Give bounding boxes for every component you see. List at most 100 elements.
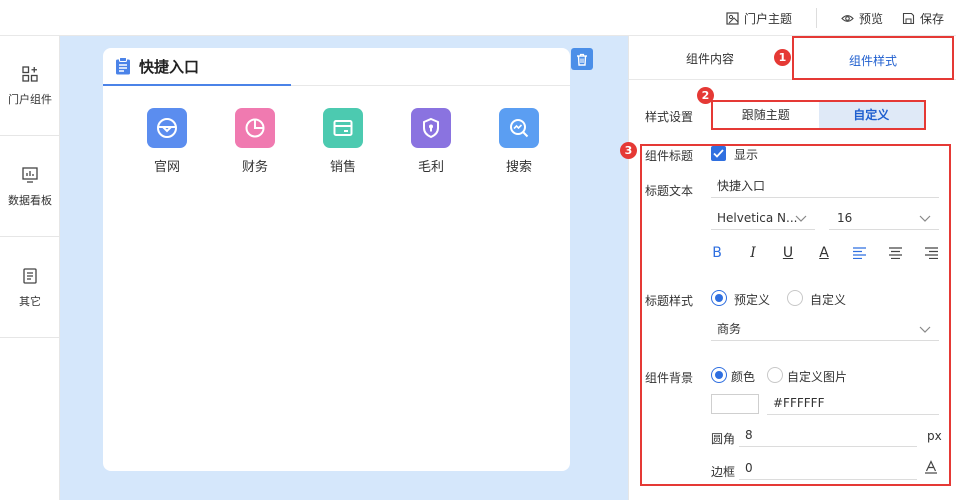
show-title-label: 显示 [734, 148, 759, 162]
entry-label: 销售 [329, 160, 356, 175]
left-sidebar: 门户组件 数据看板 其它 [0, 36, 60, 500]
chevron-down-icon [919, 326, 931, 333]
entry-label: 财务 [241, 160, 268, 175]
underline-icon: U [782, 245, 794, 261]
bold-button[interactable]: B [707, 243, 727, 263]
sidebar-item-other[interactable]: 其它 [0, 238, 60, 338]
widget-title-bar: 快捷入口 [103, 48, 291, 86]
style-setting-label: 样式设置 [645, 110, 694, 124]
theme-icon [726, 12, 739, 25]
quick-entry-widget[interactable]: 快捷入口 官网 财务 销售 毛利 搜索 [103, 48, 570, 471]
save-button[interactable]: 保存 [902, 10, 944, 27]
radius-unit: px [927, 429, 942, 443]
align-center-button[interactable] [885, 243, 905, 263]
font-color-icon: A [819, 245, 829, 261]
custom-style-label: 自定义 [810, 293, 847, 307]
entry-label: 毛利 [417, 160, 444, 175]
title-divider [291, 85, 570, 86]
border-color-button[interactable] [925, 460, 937, 477]
components-icon [22, 65, 38, 82]
entry-item-search[interactable]: 搜索 [475, 108, 563, 175]
document-icon [23, 267, 37, 284]
bold-icon: B [712, 245, 722, 261]
preview-button[interactable]: 预览 [841, 10, 883, 27]
font-size-select[interactable]: 16 [829, 206, 939, 230]
widget-title: 快捷入口 [139, 57, 200, 76]
entry-item-sales[interactable]: 销售 [299, 108, 387, 175]
sidebar-item-portal-components[interactable]: 门户组件 [0, 36, 60, 136]
entry-label: 搜索 [505, 160, 532, 175]
tab-component-content[interactable]: 组件内容 [649, 36, 771, 80]
delete-widget-button[interactable] [571, 48, 593, 70]
preset-style-radio[interactable] [711, 290, 727, 306]
italic-icon: I [750, 245, 756, 261]
sidebar-label-dashboard: 数据看板 [8, 193, 52, 207]
chevron-down-icon [795, 215, 807, 222]
preset-style-label: 预定义 [734, 293, 771, 307]
color-swatch[interactable] [711, 394, 759, 414]
image-bg-radio[interactable] [767, 367, 783, 383]
italic-button[interactable]: I [743, 243, 763, 263]
border-input[interactable]: 0 [739, 456, 917, 480]
steering-wheel-icon [147, 108, 187, 148]
custom-style-radio[interactable] [787, 290, 803, 306]
entry-list: 官网 财务 销售 毛利 搜索 [123, 108, 563, 175]
shield-icon [411, 108, 451, 148]
radius-label: 圆角 [711, 432, 736, 446]
panel-tabs: 组件内容 组件样式 [629, 36, 956, 80]
sidebar-label-portal-components: 门户组件 [8, 92, 52, 106]
sidebar-label-other: 其它 [19, 294, 41, 308]
step-badge-3: 3 [620, 142, 637, 159]
border-label: 边框 [711, 465, 736, 479]
title-style-label: 标题样式 [645, 294, 694, 308]
entry-item-official-site[interactable]: 官网 [123, 108, 211, 175]
portal-theme-button[interactable]: 门户主题 [726, 10, 792, 27]
entry-label: 官网 [153, 160, 180, 175]
component-title-label: 组件标题 [645, 149, 694, 163]
border-color-icon [925, 460, 937, 474]
title-text-label: 标题文本 [645, 184, 694, 198]
properties-panel: 组件内容 组件样式 1 2 样式设置 跟随主题 自定义 3 组件标题 显示 标题… [620, 36, 956, 500]
color-bg-radio[interactable] [711, 367, 727, 383]
portal-theme-label: 门户主题 [744, 12, 793, 26]
title-text-input[interactable]: 快捷入口 [711, 174, 939, 198]
dashboard-icon [22, 166, 38, 183]
image-bg-label: 自定义图片 [787, 370, 848, 384]
color-hex-input[interactable]: #FFFFFF [767, 391, 939, 415]
radius-input[interactable]: 8 [739, 423, 917, 447]
preset-style-select[interactable]: 商务 [711, 317, 939, 341]
search-chart-icon [499, 108, 539, 148]
preview-label: 预览 [859, 12, 884, 26]
background-label: 组件背景 [645, 371, 694, 385]
preset-style-value: 商务 [717, 322, 742, 336]
entry-item-gross-profit[interactable]: 毛利 [387, 108, 475, 175]
font-color-button[interactable]: A [814, 243, 834, 263]
entry-item-finance[interactable]: 财务 [211, 108, 299, 175]
custom-option[interactable]: 自定义 [818, 102, 924, 128]
top-toolbar: 门户主题 预览 保存 [0, 0, 956, 36]
color-bg-label: 颜色 [731, 370, 756, 384]
align-left-button[interactable] [849, 243, 869, 263]
align-right-button[interactable] [921, 243, 941, 263]
checkmark-icon [713, 149, 724, 158]
style-setting-toggle: 跟随主题 自定义 [711, 100, 926, 130]
font-family-value: Helvetica N... [717, 211, 798, 225]
sidebar-item-dashboard[interactable]: 数据看板 [0, 137, 60, 237]
save-icon [902, 12, 915, 25]
clipboard-icon [116, 57, 130, 75]
show-title-checkbox[interactable] [711, 146, 726, 161]
follow-theme-option[interactable]: 跟随主题 [713, 102, 819, 128]
align-right-icon [924, 247, 938, 259]
pie-chart-icon [235, 108, 275, 148]
tab-component-style[interactable]: 组件样式 [792, 36, 954, 80]
font-family-select[interactable]: Helvetica N... [711, 206, 815, 230]
eye-icon [841, 15, 854, 22]
toolbar-divider [816, 8, 817, 28]
chevron-down-icon [919, 215, 931, 222]
align-center-icon [888, 247, 902, 259]
underline-button[interactable]: U [778, 243, 798, 263]
card-icon [323, 108, 363, 148]
font-size-value: 16 [837, 211, 853, 225]
align-left-icon [852, 247, 866, 259]
step-badge-1: 1 [774, 49, 791, 66]
